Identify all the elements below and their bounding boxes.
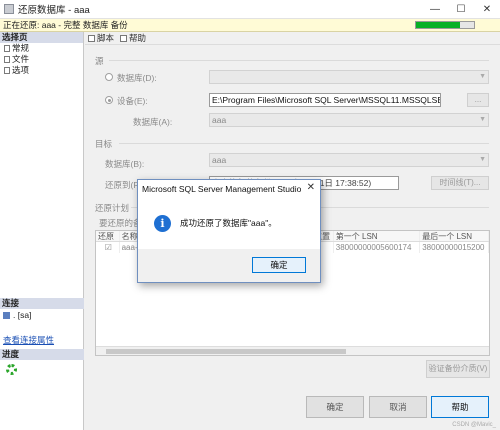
connection-panel: 连接 . [sa] 查看连接属性 进度 [0, 298, 84, 375]
scrollbar-thumb[interactable] [106, 349, 346, 354]
page-icon [4, 56, 10, 63]
help-button[interactable]: 帮助 [431, 396, 489, 418]
last-lsn-cell: 38000000015200 [420, 242, 489, 253]
window-titlebar: 还原数据库 - aaa — ☐ ✕ [0, 0, 500, 19]
script-label: 脚本 [97, 33, 115, 43]
device-radio[interactable] [105, 96, 113, 104]
dialog-footer: 确定 [138, 249, 320, 282]
column-header[interactable]: 第一个 LSN [334, 231, 421, 241]
toolbar: 脚本 帮助 [85, 32, 500, 45]
column-header[interactable]: 还原 [96, 231, 120, 241]
page-icon [4, 67, 10, 74]
sidebar-item-general[interactable]: 常规 [0, 43, 83, 54]
device-label: 设备(E): [117, 96, 148, 106]
success-dialog: Microsoft SQL Server Management Studio ✕… [137, 179, 321, 283]
script-button[interactable]: 脚本 [88, 32, 114, 44]
source-section-title: 源 [95, 56, 104, 66]
chevron-down-icon: ▼ [479, 116, 486, 123]
target-database-value: aaa [212, 155, 227, 165]
divider [119, 143, 489, 144]
help-label: 帮助 [129, 33, 147, 43]
restore-checkbox[interactable]: ☑ [96, 242, 120, 253]
cancel-button[interactable]: 取消 [369, 396, 427, 418]
source-database2-value: aaa [212, 115, 227, 125]
target-database-label: 数据库(B): [105, 159, 145, 169]
restore-plan-section-title: 还原计划 [95, 203, 130, 213]
sidebar-item-label: 常规 [12, 43, 30, 53]
restore-progress-bar [415, 21, 475, 29]
target-section-title: 目标 [95, 139, 113, 149]
dialog-body: i 成功还原了数据库"aaa"。 [138, 197, 320, 249]
server-connection: . [sa] [0, 309, 84, 321]
restore-to-label: 还原到(R [105, 180, 140, 190]
info-icon: i [154, 214, 171, 232]
window-title: 还原数据库 - aaa [18, 5, 90, 16]
page-icon [4, 45, 10, 52]
column-header[interactable]: 最后一个 LSN [420, 231, 489, 241]
app-icon [4, 4, 14, 14]
first-lsn-cell: 38000000005600174 [334, 242, 421, 253]
verify-backup-media-button[interactable]: 验证备份介质(V) [426, 360, 490, 378]
server-icon [3, 311, 10, 319]
pages-header: 选择页 [0, 32, 83, 43]
dialog-title: Microsoft SQL Server Management Studio [142, 183, 302, 194]
dialog-message: 成功还原了数据库"aaa"。 [180, 218, 277, 228]
help-toolbar-button[interactable]: 帮助 [120, 32, 146, 44]
window-controls: — ☐ ✕ [422, 0, 500, 19]
chevron-down-icon: ▼ [479, 156, 486, 163]
target-database-combo[interactable]: aaa ▼ [209, 153, 489, 167]
divider [109, 60, 489, 61]
close-button[interactable]: ✕ [474, 0, 500, 19]
database-radio[interactable] [105, 73, 113, 81]
watermark: CSDN @Mavic_ [452, 422, 496, 428]
restore-status-bar: 正在还原: aaa - 完整 数据库 备份 [0, 19, 500, 32]
source-database-combo[interactable]: ▼ [209, 70, 489, 84]
source-database-label: 数据库(D): [117, 73, 157, 83]
connection-header: 连接 [0, 298, 84, 309]
sidebar: 选择页 常规 文件 选项 连接 . [sa] 查看连接属性 进度 [0, 32, 84, 430]
browse-device-button[interactable]: ... [467, 93, 489, 107]
progress-fill [416, 22, 460, 28]
dialog-ok-button[interactable]: 确定 [252, 257, 306, 273]
backup-sets-label: 要还原的备 [99, 218, 142, 228]
source-database2-label: 数据库(A): [133, 117, 173, 127]
dialog-close-button[interactable]: ✕ [307, 182, 315, 193]
view-connection-properties-link[interactable]: 查看连接属性 [0, 334, 84, 346]
timeline-button[interactable]: 时间线(T)... [431, 176, 489, 190]
ok-button[interactable]: 确定 [306, 396, 364, 418]
sidebar-item-files[interactable]: 文件 [0, 54, 83, 65]
horizontal-scrollbar[interactable] [96, 346, 489, 355]
sidebar-item-label: 文件 [12, 54, 30, 64]
source-database2-combo[interactable]: aaa ▼ [209, 113, 489, 127]
chevron-down-icon: ▼ [479, 73, 486, 80]
progress-header: 进度 [0, 349, 84, 360]
sidebar-item-options[interactable]: 选项 [0, 65, 83, 76]
server-name: . [sa] [13, 310, 32, 320]
progress-spinner-icon [6, 364, 17, 375]
script-icon [88, 34, 95, 42]
sidebar-item-label: 选项 [12, 65, 30, 75]
maximize-button[interactable]: ☐ [448, 0, 474, 19]
status-text: 正在还原: aaa - 完整 数据库 备份 [3, 20, 128, 30]
help-icon [120, 34, 128, 42]
device-path-field[interactable]: E:\Program Files\Microsoft SQL Server\MS… [209, 93, 441, 107]
minimize-button[interactable]: — [422, 0, 448, 19]
